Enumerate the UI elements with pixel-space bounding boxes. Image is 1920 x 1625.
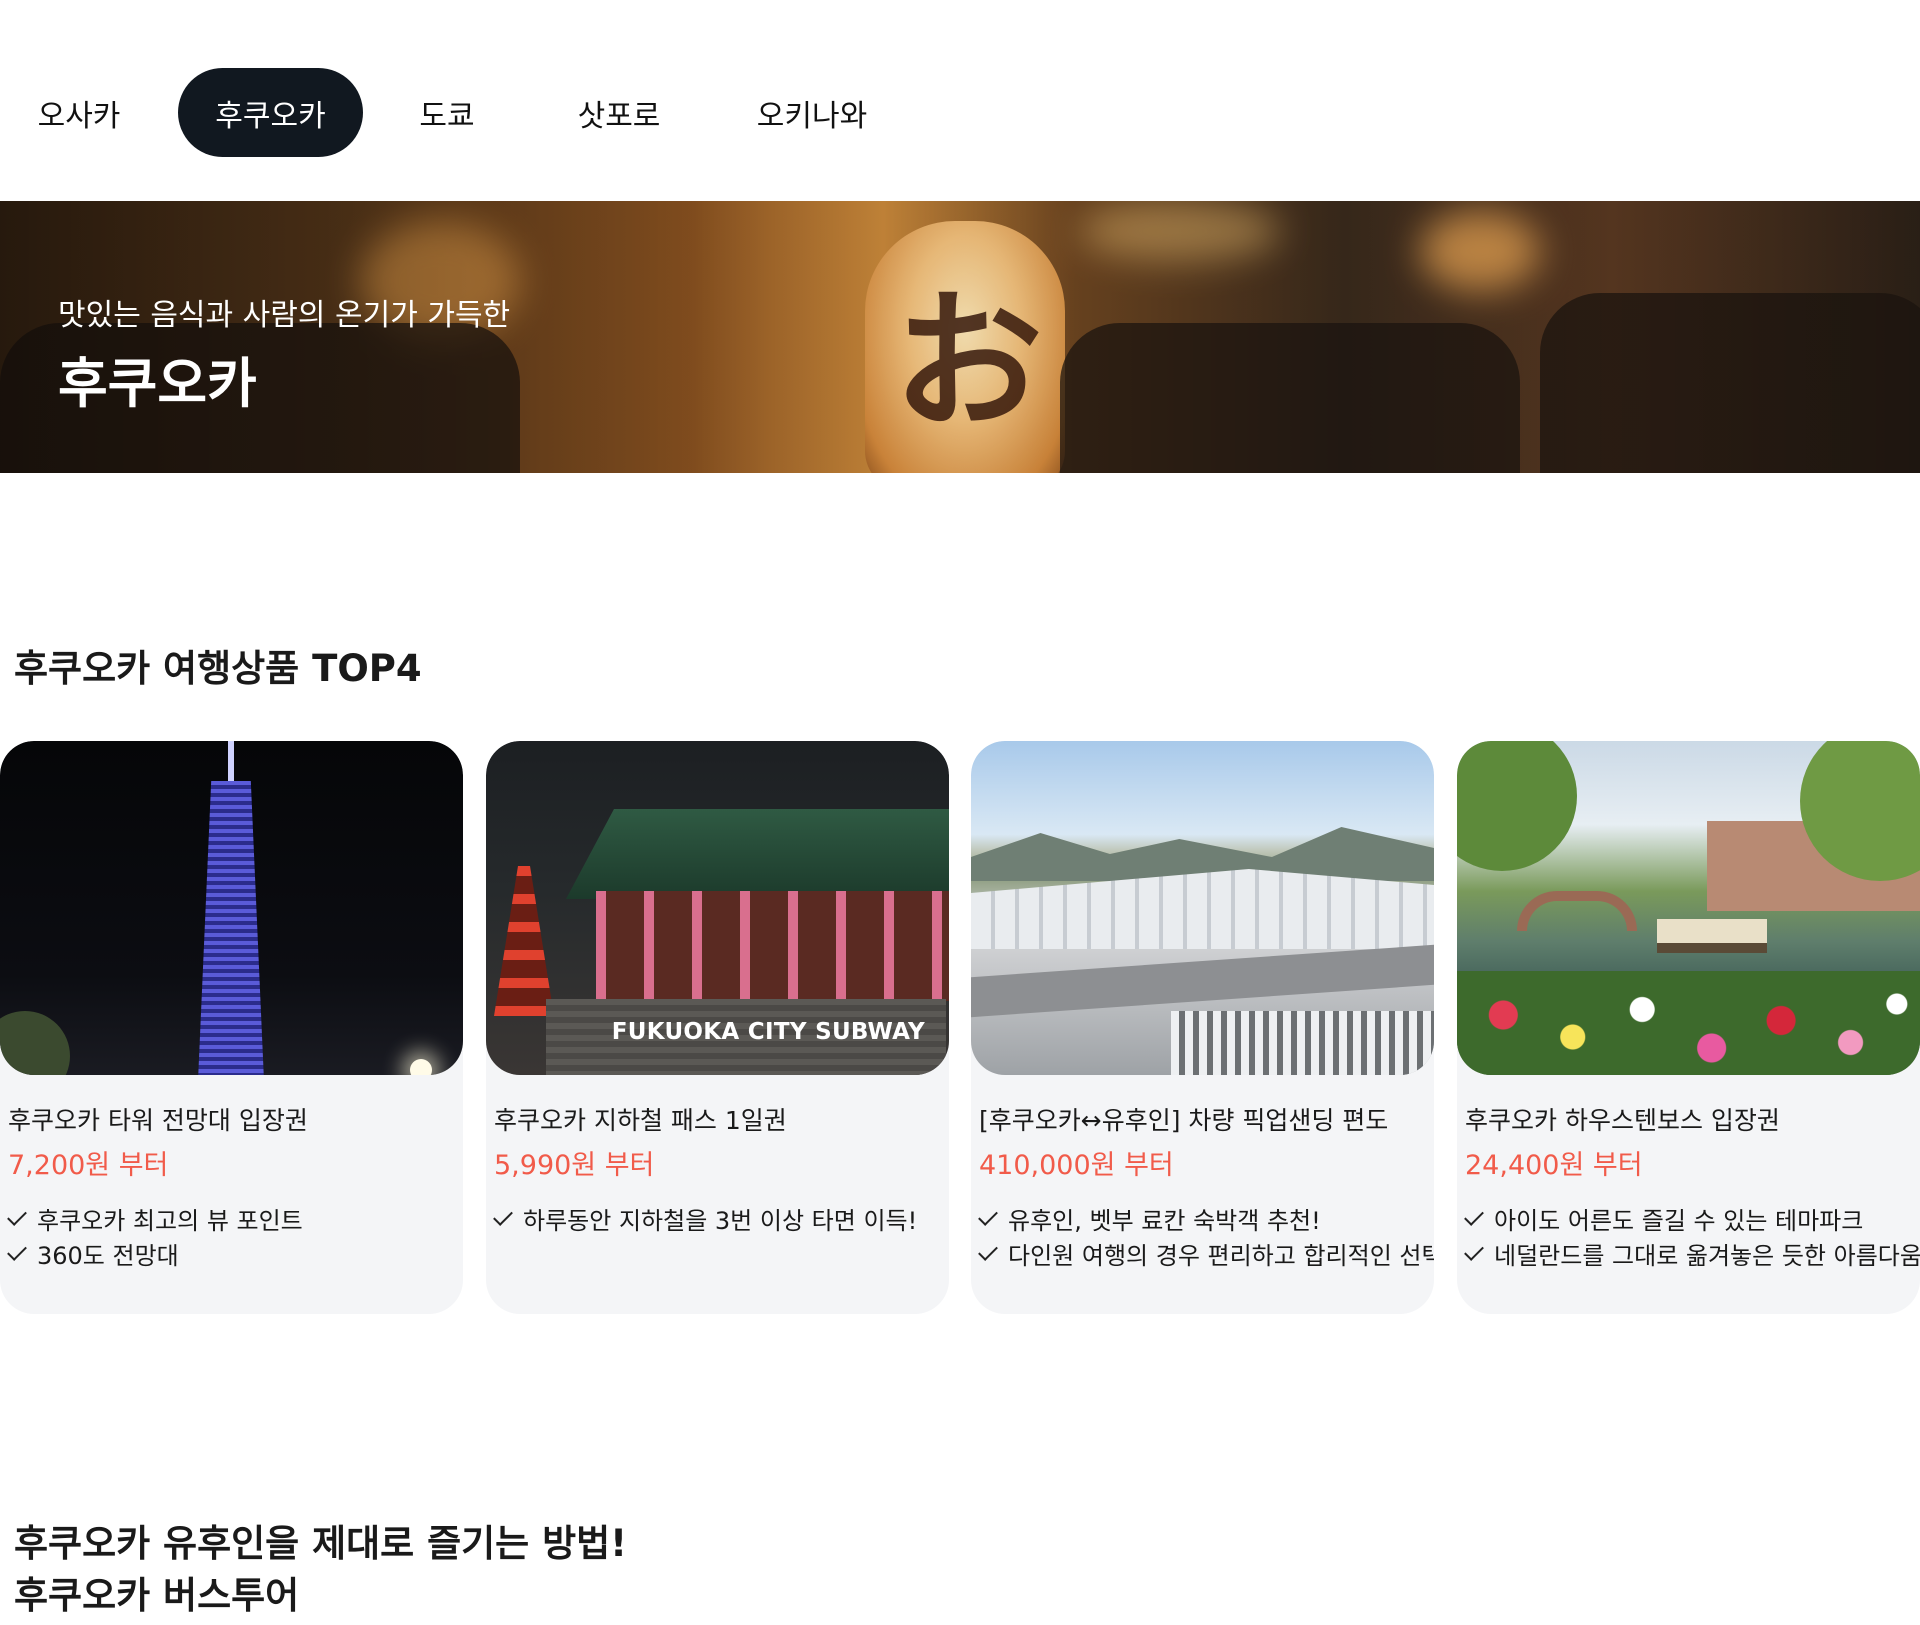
check-icon (978, 1205, 998, 1226)
check-icon (7, 1205, 27, 1226)
product-image-temple[interactable]: FUKUOKA CITY SUBWAY (486, 741, 949, 1075)
feature-list: 후쿠오카 최고의 뷰 포인트 360도 전망대 (7, 1201, 303, 1271)
feature-item: 네덜란드를 그대로 옮겨놓은 듯한 아름다움 (1464, 1236, 1920, 1271)
product-price: 5,990원 부터 (494, 1150, 655, 1181)
tree-shape (1457, 741, 1577, 871)
tab-osaka[interactable]: 오사카 (0, 68, 158, 157)
check-icon (978, 1240, 998, 1261)
feature-text: 하루동안 지하철을 3번 이상 타면 이득! (523, 1207, 918, 1235)
city-banner: お 맛있는 음식과 사람의 온기가 가득한 후쿠오카 (0, 201, 1920, 473)
product-card[interactable]: 후쿠오카 하우스텐보스 입장권 24,400원 부터 아이도 어른도 즐길 수 … (1457, 741, 1920, 1314)
mountain-shape (971, 827, 1434, 881)
bus-tour-heading: 후쿠오카 유후인을 제대로 즐기는 방법! 후쿠오카 버스투어 (14, 1518, 627, 1622)
banner-title: 후쿠오카 (58, 352, 257, 415)
tab-okinawa[interactable]: 오키나와 (707, 68, 917, 157)
product-name[interactable]: 후쿠오카 타워 전망대 입장권 (8, 1101, 308, 1137)
feature-list: 아이도 어른도 즐길 수 있는 테마파크 네덜란드를 그대로 옮겨놓은 듯한 아… (1464, 1201, 1920, 1271)
feature-list: 유후인, 벳부 료칸 숙박객 추천! 다인원 여행의 경우 편리하고 합리적인 … (978, 1201, 1434, 1271)
feature-text: 360도 전망대 (37, 1242, 179, 1270)
product-card[interactable]: 후쿠오카 타워 전망대 입장권 7,200원 부터 후쿠오카 최고의 뷰 포인트… (0, 741, 463, 1314)
feature-item: 유후인, 벳부 료칸 숙박객 추천! (978, 1201, 1434, 1236)
city-tabs: 오사카 후쿠오카 도쿄 삿포로 오키나와 (0, 68, 917, 157)
tab-sapporo[interactable]: 삿포로 (531, 68, 707, 157)
road-shape (971, 944, 1434, 1018)
bridge-shape (1517, 891, 1637, 931)
temple-hall (596, 891, 949, 1001)
feature-item: 후쿠오카 최고의 뷰 포인트 (7, 1201, 303, 1236)
product-name[interactable]: 후쿠오카 하우스텐보스 입장권 (1465, 1101, 1780, 1137)
feature-item: 아이도 어른도 즐길 수 있는 테마파크 (1464, 1201, 1920, 1236)
feature-item: 360도 전망대 (7, 1236, 303, 1271)
bus-tour-heading-line1: 후쿠오카 유후인을 제대로 즐기는 방법! (14, 1522, 628, 1565)
product-image-fukuoka-tower[interactable] (0, 741, 463, 1075)
street-light (410, 1059, 432, 1075)
tab-tokyo[interactable]: 도쿄 (363, 68, 531, 157)
tab-fukuoka[interactable]: 후쿠오카 (178, 68, 363, 157)
product-name[interactable]: 후쿠오카 지하철 패스 1일권 (494, 1101, 787, 1137)
check-icon (1464, 1205, 1484, 1226)
product-card[interactable]: FUKUOKA CITY SUBWAY 후쿠오카 지하철 패스 1일권 5,99… (486, 741, 949, 1314)
feature-text: 아이도 어른도 즐길 수 있는 테마파크 (1494, 1207, 1864, 1235)
temple-roof (566, 809, 949, 899)
banner-subtitle: 맛있는 음식과 사람의 온기가 가득한 (58, 298, 511, 333)
product-name[interactable]: [후쿠오카↔유후인] 차량 픽업샌딩 편도 (979, 1101, 1388, 1137)
boat-shape (1657, 919, 1767, 953)
feature-text: 다인원 여행의 경우 편리하고 합리적인 선택 (1008, 1242, 1434, 1270)
pagoda-shape (494, 866, 554, 1016)
product-price: 7,200원 부터 (8, 1150, 169, 1181)
feature-text: 네덜란드를 그대로 옮겨놓은 듯한 아름다움 (1494, 1242, 1920, 1270)
station-roof (971, 869, 1434, 949)
top-products-heading: 후쿠오카 여행상품 TOP4 (14, 647, 422, 690)
banner-overlay (0, 201, 1920, 473)
product-card[interactable]: [후쿠오카↔유후인] 차량 픽업샌딩 편도 410,000원 부터 유후인, 벳… (971, 741, 1434, 1314)
parking-lot (1171, 1011, 1434, 1075)
image-caption: FUKUOKA CITY SUBWAY (611, 1019, 925, 1045)
feature-list: 하루동안 지하철을 3번 이상 타면 이득! (493, 1201, 918, 1236)
feature-item: 다인원 여행의 경우 편리하고 합리적인 선택 (978, 1236, 1434, 1271)
feature-text: 후쿠오카 최고의 뷰 포인트 (37, 1207, 303, 1235)
product-price: 24,400원 부터 (1465, 1150, 1643, 1181)
product-image-station[interactable] (971, 741, 1434, 1075)
bus-tour-heading-line2: 후쿠오카 버스투어 (14, 1574, 300, 1617)
feature-item: 하루동안 지하철을 3번 이상 타면 이득! (493, 1201, 918, 1236)
tower-shape (198, 781, 264, 1075)
check-icon (7, 1240, 27, 1261)
check-icon (493, 1205, 513, 1226)
tree-shape (0, 1011, 70, 1075)
check-icon (1464, 1240, 1484, 1261)
product-image-huis-ten-bosch[interactable] (1457, 741, 1920, 1075)
product-price: 410,000원 부터 (979, 1150, 1174, 1181)
flower-bed (1457, 971, 1920, 1075)
product-cards: 후쿠오카 타워 전망대 입장권 7,200원 부터 후쿠오카 최고의 뷰 포인트… (0, 741, 1920, 1314)
feature-text: 유후인, 벳부 료칸 숙박객 추천! (1008, 1207, 1321, 1235)
